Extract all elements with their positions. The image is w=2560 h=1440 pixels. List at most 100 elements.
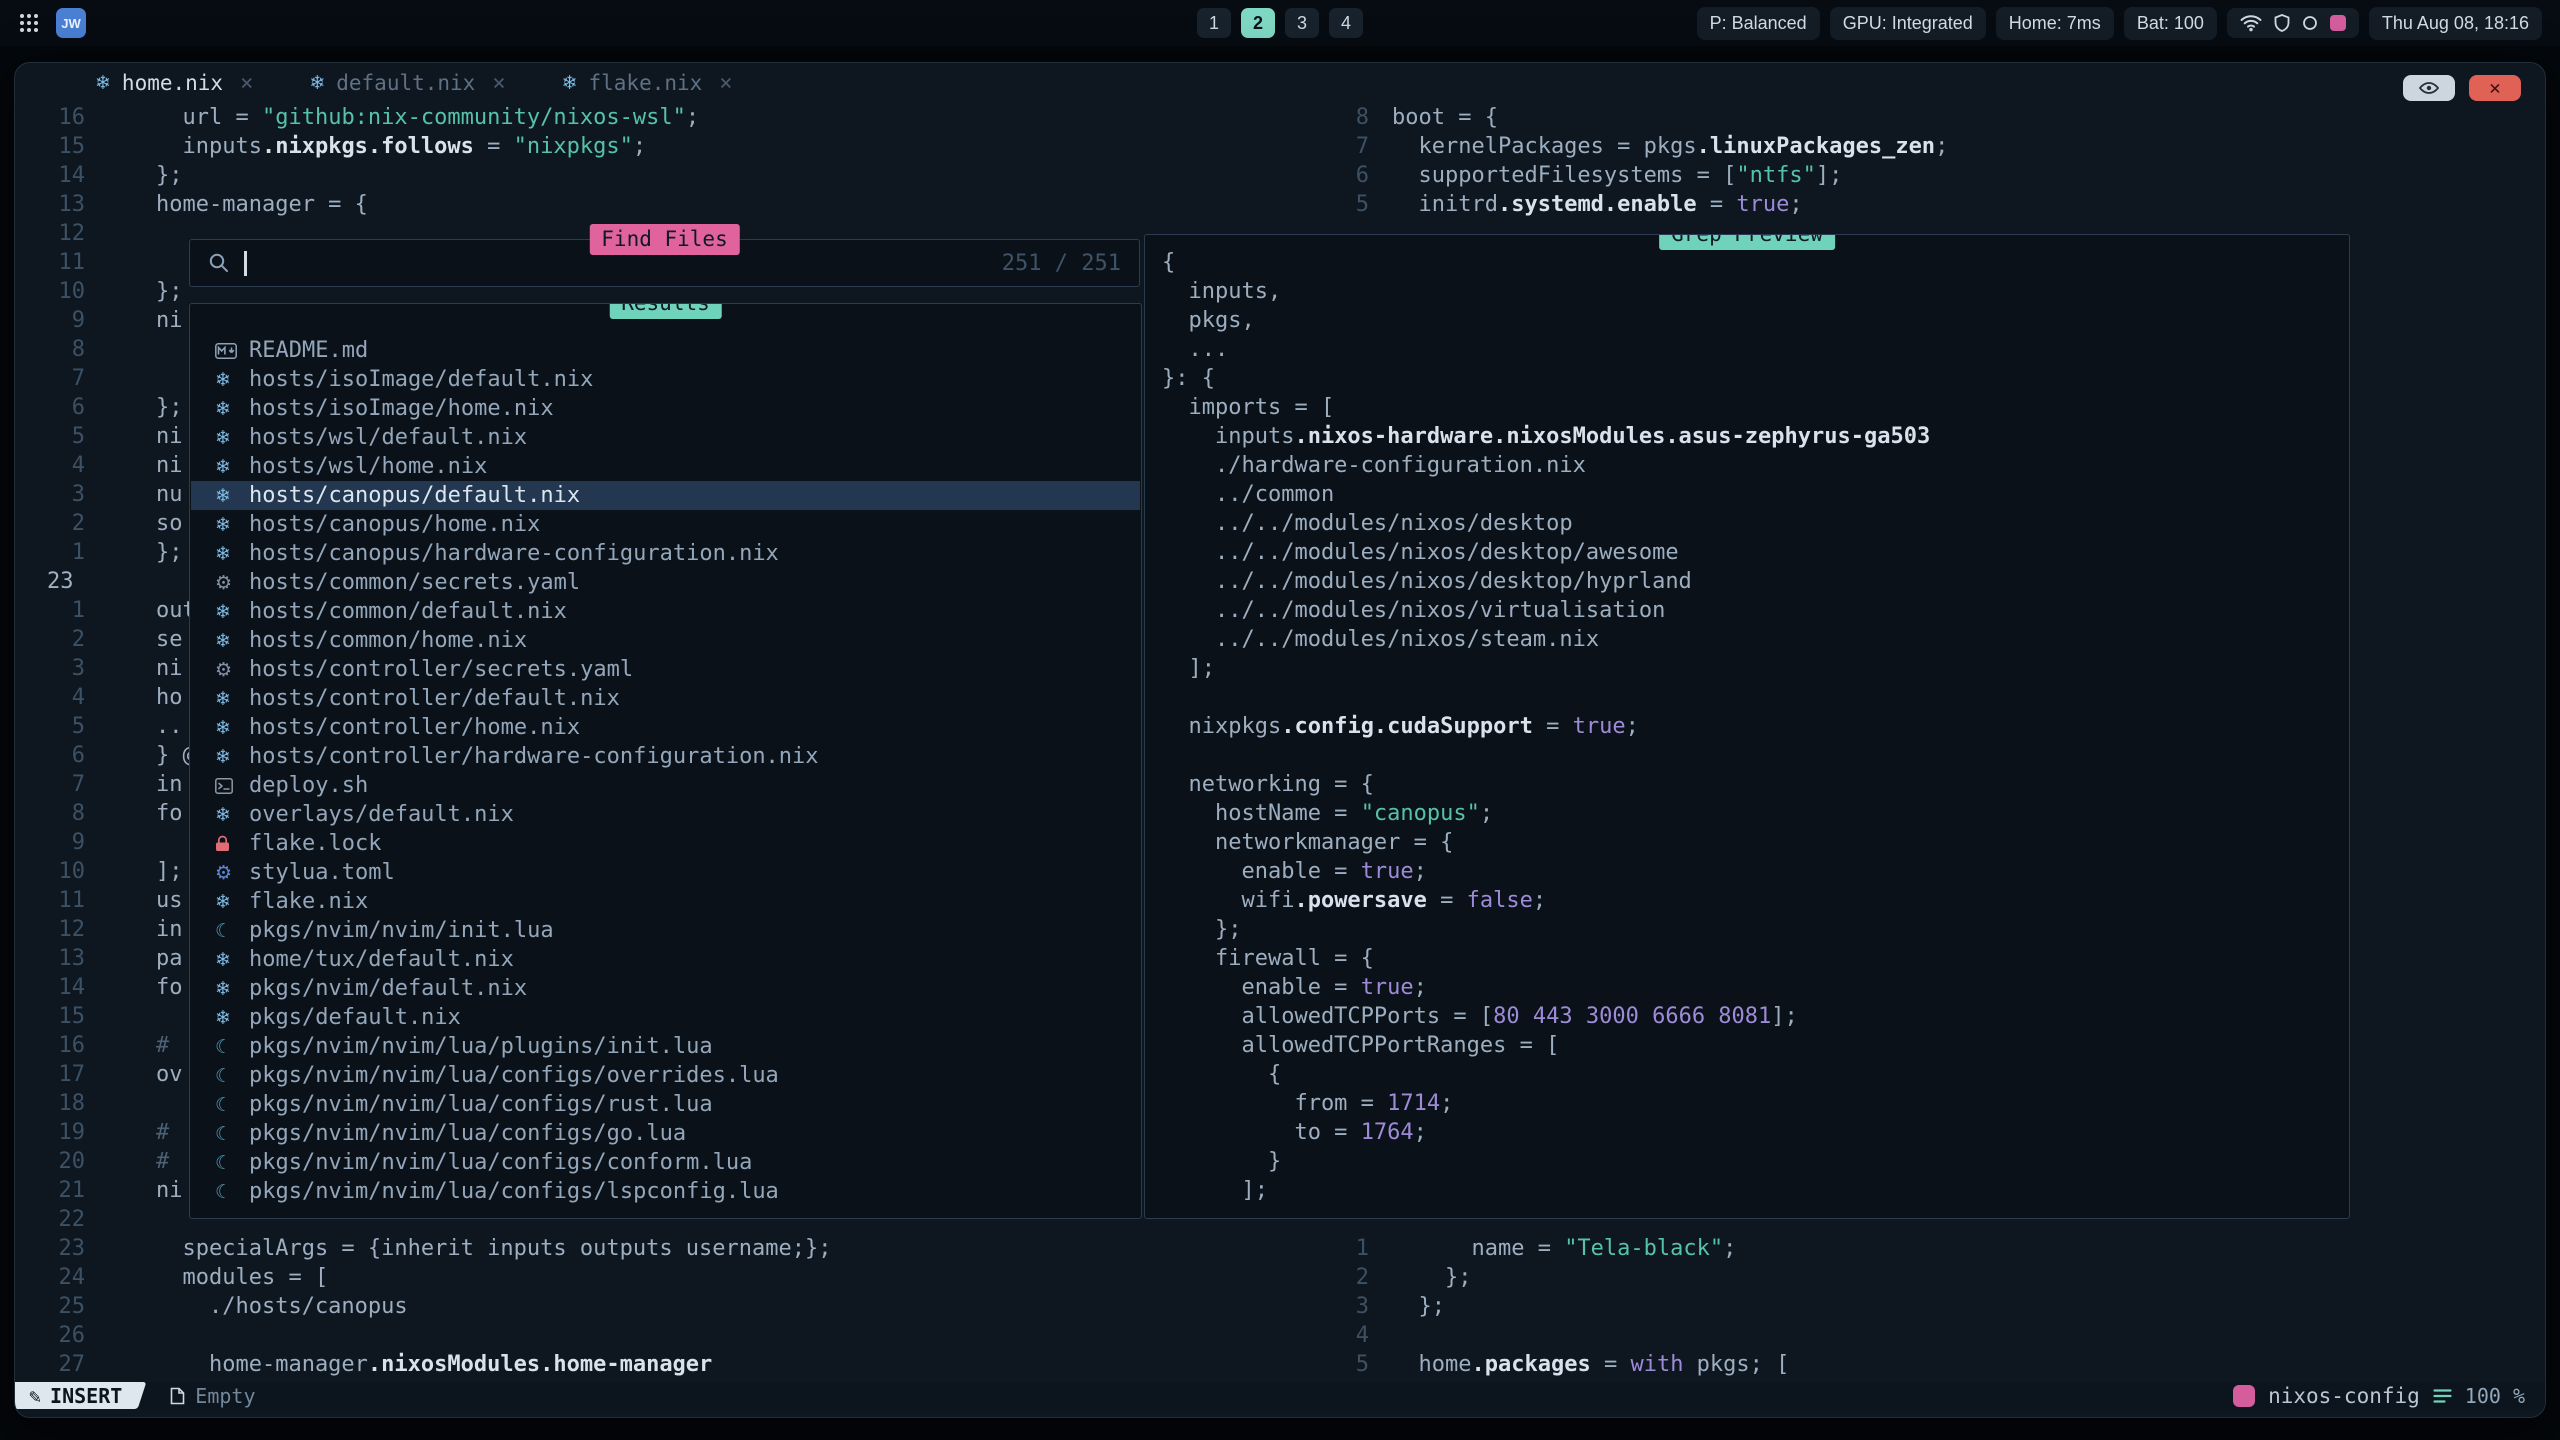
line-number: 11: [15, 250, 85, 275]
result-item[interactable]: ⚙stylua.toml: [191, 858, 1140, 887]
tab-flake.nix[interactable]: ❄flake.nix×: [562, 71, 733, 96]
result-item[interactable]: ❄hosts/controller/home.nix: [191, 713, 1140, 742]
nix-icon: ❄: [215, 456, 249, 478]
result-item[interactable]: ❄hosts/common/home.nix: [191, 626, 1140, 655]
tab-default.nix[interactable]: ❄default.nix×: [309, 71, 505, 96]
result-item[interactable]: ❄flake.nix: [191, 887, 1140, 916]
terminal-window: ❄home.nix×❄default.nix×❄flake.nix× ✕ 16 …: [14, 62, 2546, 1418]
find-files-popup[interactable]: Find Files 251 / 251: [189, 239, 1140, 287]
nix-icon: ❄: [215, 369, 249, 391]
code-line: 25 ./hosts/canopus: [15, 1292, 1155, 1321]
tab-label: flake.nix: [589, 71, 703, 95]
line-number: 6: [15, 395, 85, 420]
gear-icon: ⚙: [215, 862, 249, 884]
result-item[interactable]: ❄hosts/canopus/hardware-configuration.ni…: [191, 539, 1140, 568]
result-item[interactable]: ☾pkgs/nvim/nvim/lua/configs/conform.lua: [191, 1148, 1140, 1177]
lua-icon: ☾: [215, 1036, 249, 1058]
nix-icon: ❄: [215, 630, 249, 652]
preview-line: ];: [1162, 1176, 1268, 1205]
find-files-title: Find Files: [589, 224, 739, 255]
result-item[interactable]: ☾pkgs/nvim/nvim/lua/configs/go.lua: [191, 1119, 1140, 1148]
preview-line: {: [1162, 248, 1175, 277]
result-label: pkgs/nvim/nvim/lua/configs/go.lua: [249, 1121, 686, 1146]
tab-close-icon[interactable]: ×: [240, 71, 253, 96]
window-close-button[interactable]: ✕: [2469, 75, 2521, 101]
result-item[interactable]: ☾pkgs/nvim/nvim/init.lua: [191, 916, 1140, 945]
code-line: 16 url = "github:nix-community/nixos-wsl…: [15, 103, 1155, 132]
window-pin-button[interactable]: [2403, 75, 2455, 101]
preview-line: ../../modules/nixos/steam.nix: [1162, 625, 1599, 654]
lua-icon: ☾: [215, 1123, 249, 1145]
taskbar-app-icon[interactable]: JW: [56, 8, 86, 38]
tab-close-icon[interactable]: ×: [719, 71, 732, 96]
result-item[interactable]: ❄pkgs/nvim/default.nix: [191, 974, 1140, 1003]
preview-line: ../../modules/nixos/desktop: [1162, 509, 1573, 538]
result-item[interactable]: ☾pkgs/nvim/nvim/lua/configs/overrides.lu…: [191, 1061, 1140, 1090]
workspace-4[interactable]: 4: [1329, 8, 1363, 38]
result-item[interactable]: README.md: [191, 336, 1140, 365]
tab-close-icon[interactable]: ×: [492, 71, 505, 96]
lua-icon: ☾: [215, 1152, 249, 1174]
markdown-icon: [215, 343, 249, 359]
line-number: 13: [15, 192, 85, 217]
result-label: hosts/canopus/home.nix: [249, 512, 540, 537]
result-label: pkgs/nvim/default.nix: [249, 976, 527, 1001]
line-number: 2: [15, 627, 85, 652]
result-label: pkgs/nvim/nvim/lua/configs/lspconfig.lua: [249, 1179, 779, 1204]
code-line: 5 initrd.systemd.enable = true;: [1321, 190, 2546, 219]
record-icon: [2302, 15, 2318, 31]
sh-icon: [215, 778, 249, 794]
result-item[interactable]: ☾pkgs/nvim/nvim/lua/plugins/init.lua: [191, 1032, 1140, 1061]
preview-line: }: [1162, 1147, 1281, 1176]
lua-icon: ☾: [215, 1181, 249, 1203]
code-line: 2 };: [1321, 1263, 2546, 1292]
preview-line: imports = [: [1162, 393, 1334, 422]
preview-line: ];: [1162, 654, 1215, 683]
workspace-1[interactable]: 1: [1197, 8, 1231, 38]
code-line: 14};: [15, 161, 1155, 190]
result-item[interactable]: ☾pkgs/nvim/nvim/lua/configs/lspconfig.lu…: [191, 1177, 1140, 1206]
preview-line: allowedTCPPortRanges = [: [1162, 1031, 1559, 1060]
result-item[interactable]: ❄hosts/isoImage/home.nix: [191, 394, 1140, 423]
result-item[interactable]: ❄hosts/controller/hardware-configuration…: [191, 742, 1140, 771]
workspace-2[interactable]: 2: [1241, 8, 1275, 38]
preview-line: inputs,: [1162, 277, 1281, 306]
result-item[interactable]: ❄hosts/canopus/default.nix: [191, 481, 1140, 510]
workspace-3[interactable]: 3: [1285, 8, 1319, 38]
result-label: hosts/wsl/home.nix: [249, 454, 487, 479]
nix-icon: ❄: [215, 746, 249, 768]
nix-icon: ❄: [215, 978, 249, 1000]
code-line: 27 home-manager.nixosModules.home-manage…: [15, 1350, 1155, 1379]
mode-indicator: ✎ INSERT: [15, 1382, 132, 1409]
app-launcher-icon[interactable]: [18, 12, 40, 34]
result-label: flake.nix: [249, 889, 368, 914]
result-label: hosts/common/home.nix: [249, 628, 527, 653]
result-item[interactable]: ❄pkgs/default.nix: [191, 1003, 1140, 1032]
shield-icon: [2274, 14, 2290, 32]
result-item[interactable]: ⚙hosts/common/secrets.yaml: [191, 568, 1140, 597]
line-number: 15: [15, 1004, 85, 1029]
color-picker-icon: [2330, 15, 2346, 31]
result-item[interactable]: ❄overlays/default.nix: [191, 800, 1140, 829]
clock: Thu Aug 08, 18:16: [2369, 7, 2542, 40]
result-item[interactable]: flake.lock: [191, 829, 1140, 858]
line-number: 5: [15, 714, 85, 739]
lua-icon: ☾: [215, 1094, 249, 1116]
result-item[interactable]: ❄hosts/wsl/home.nix: [191, 452, 1140, 481]
result-item[interactable]: ❄hosts/isoImage/default.nix: [191, 365, 1140, 394]
result-item[interactable]: ❄hosts/common/default.nix: [191, 597, 1140, 626]
preview-line: networking = {: [1162, 770, 1374, 799]
line-number: 27: [15, 1352, 85, 1377]
result-item[interactable]: ⚙hosts/controller/secrets.yaml: [191, 655, 1140, 684]
buffer-info: Empty: [170, 1384, 255, 1408]
result-item[interactable]: deploy.sh: [191, 771, 1140, 800]
result-item[interactable]: ❄hosts/controller/default.nix: [191, 684, 1140, 713]
preview-popup: Grep Preview { inputs, pkgs, ...}: { imp…: [1144, 234, 2350, 1219]
tab-home.nix[interactable]: ❄home.nix×: [95, 71, 253, 96]
result-item[interactable]: ☾pkgs/nvim/nvim/lua/configs/rust.lua: [191, 1090, 1140, 1119]
result-item[interactable]: ❄hosts/wsl/default.nix: [191, 423, 1140, 452]
result-item[interactable]: ❄home/tux/default.nix: [191, 945, 1140, 974]
line-number: 4: [15, 685, 85, 710]
result-item[interactable]: ❄hosts/canopus/home.nix: [191, 510, 1140, 539]
line-number: 21: [15, 1178, 85, 1203]
